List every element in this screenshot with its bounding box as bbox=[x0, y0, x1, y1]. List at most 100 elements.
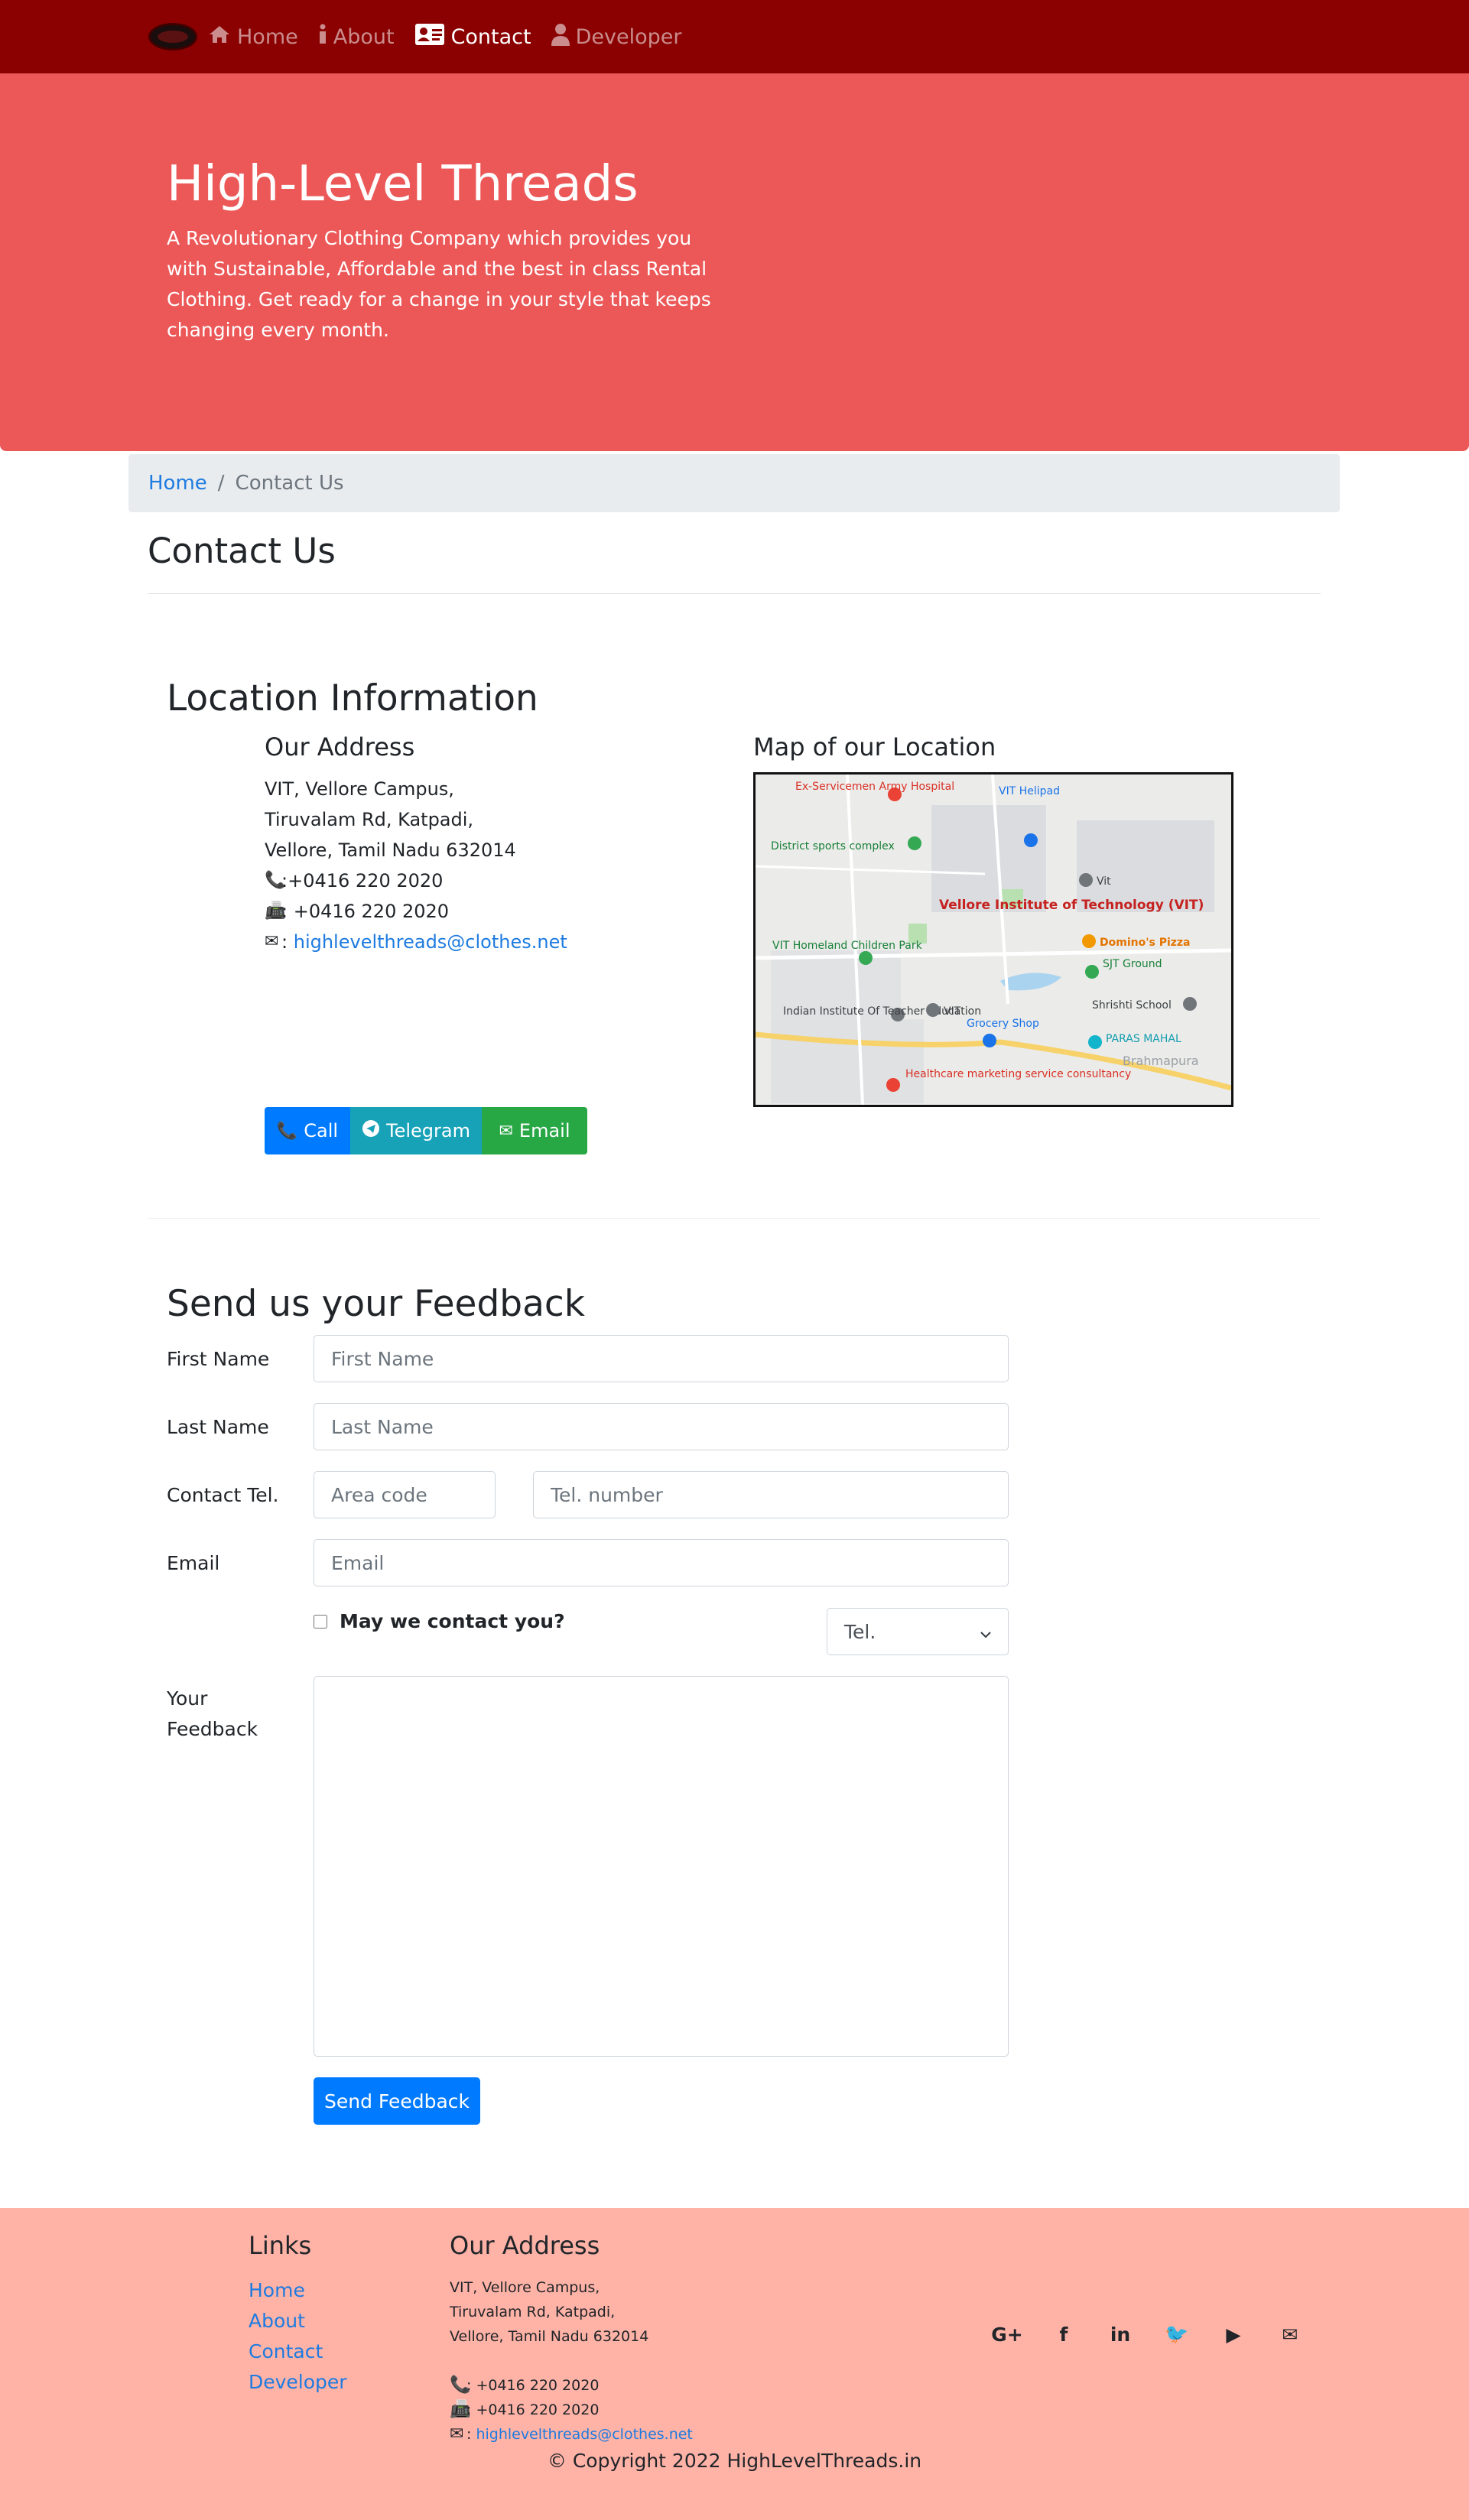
phone-row: 📞: +0416 220 2020 bbox=[450, 2373, 693, 2398]
contact-permission-checkbox[interactable] bbox=[314, 1614, 327, 1629]
call-button[interactable]: 📞 Call bbox=[265, 1107, 350, 1154]
brand-logo[interactable] bbox=[148, 23, 197, 50]
map-label: Brahmapura bbox=[1123, 1054, 1199, 1068]
contact-method-select[interactable]: Tel. bbox=[827, 1608, 1009, 1655]
fax-icon: 📠 bbox=[265, 901, 286, 921]
email-label: Email bbox=[167, 1552, 220, 1574]
footer-email-link[interactable]: highlevelthreads@clothes.net bbox=[476, 2422, 692, 2447]
map-label: VIT Helipad bbox=[999, 785, 1060, 797]
footer-links: Home About Contact Developer bbox=[249, 2275, 347, 2398]
footer-address: VIT, Vellore Campus, Tiruvalam Rd, Katpa… bbox=[450, 2275, 693, 2447]
footer-link-contact[interactable]: Contact bbox=[249, 2337, 347, 2367]
email-input[interactable] bbox=[314, 1539, 1009, 1586]
map-label: Ex-Servicemen Army Hospital bbox=[795, 781, 954, 793]
breadcrumb-separator: / bbox=[217, 472, 225, 495]
chevron-down-icon bbox=[980, 1621, 991, 1643]
call-label: Call bbox=[304, 1120, 339, 1141]
email-link[interactable]: highlevelthreads@clothes.net bbox=[294, 927, 567, 957]
phone-text: :+0416 220 2020 bbox=[281, 870, 444, 891]
telegram-button[interactable]: Telegram bbox=[350, 1107, 482, 1154]
first-name-label: First Name bbox=[167, 1348, 270, 1370]
first-name-input[interactable] bbox=[314, 1335, 1009, 1382]
phone-row: 📞:+0416 220 2020 bbox=[265, 865, 567, 896]
nav-item-about[interactable]: About bbox=[318, 0, 395, 73]
footer-link-home[interactable]: Home bbox=[249, 2275, 347, 2306]
page-title: Contact Us bbox=[148, 531, 336, 571]
contact-button-group: 📞 Call Telegram ✉ Email bbox=[265, 1107, 587, 1154]
envelope-icon[interactable]: ✉ bbox=[1262, 2324, 1318, 2346]
feedback-section-title: Send us your Feedback bbox=[167, 1283, 585, 1325]
email-button[interactable]: ✉ Email bbox=[482, 1107, 587, 1154]
last-name-input[interactable] bbox=[314, 1403, 1009, 1450]
youtube-icon[interactable]: ▶ bbox=[1205, 2324, 1262, 2346]
fax-row: 📠: +0416 220 2020 bbox=[450, 2398, 693, 2422]
email-row: ✉: highlevelthreads@clothes.net bbox=[265, 927, 567, 957]
map-label: Healthcare marketing service consultancy bbox=[905, 1068, 1131, 1080]
phone-text: : +0416 220 2020 bbox=[466, 2377, 600, 2394]
info-icon bbox=[318, 24, 327, 50]
home-icon bbox=[208, 24, 231, 50]
email-row: ✉: highlevelthreads@clothes.net bbox=[450, 2422, 693, 2447]
area-code-input[interactable] bbox=[314, 1471, 496, 1518]
google-plus-icon[interactable]: G+ bbox=[979, 2324, 1035, 2346]
feedback-textarea[interactable] bbox=[314, 1676, 1009, 2057]
address-title: Our Address bbox=[265, 732, 415, 762]
contact-permission-label: May we contact you? bbox=[340, 1610, 565, 1632]
nav-item-home[interactable]: Home bbox=[208, 0, 298, 73]
telegram-icon bbox=[362, 1119, 380, 1142]
user-icon bbox=[551, 23, 570, 51]
fax-row: 📠: +0416 220 2020 bbox=[265, 896, 567, 927]
address-block: VIT, Vellore Campus, Tiruvalam Rd, Katpa… bbox=[265, 774, 567, 957]
footer-link-developer[interactable]: Developer bbox=[249, 2367, 347, 2398]
divider bbox=[148, 1218, 1321, 1219]
breadcrumb-current: Contact Us bbox=[235, 472, 344, 495]
fax-icon: 📠 bbox=[450, 2400, 471, 2419]
phone-icon: 📞 bbox=[276, 1121, 298, 1141]
address-line: Tiruvalam Rd, Katpadi, bbox=[265, 809, 474, 830]
breadcrumb: Home / Contact Us bbox=[128, 454, 1340, 512]
linkedin-icon[interactable]: in bbox=[1092, 2324, 1149, 2346]
map-label: PARAS MAHAL bbox=[1106, 1033, 1181, 1045]
fax-text: : +0416 220 2020 bbox=[466, 2401, 600, 2418]
map-label: VIT bbox=[944, 1005, 961, 1018]
hero-title: High-Level Threads bbox=[167, 156, 639, 213]
nav-item-contact[interactable]: Contact bbox=[414, 0, 531, 73]
map-title: Map of our Location bbox=[753, 732, 996, 762]
email-prefix: : bbox=[281, 931, 288, 953]
map-label: Shrishti School bbox=[1092, 999, 1172, 1012]
footer-links-title: Links bbox=[249, 2231, 312, 2260]
contact-method-value: Tel. bbox=[844, 1620, 876, 1643]
map-label: District sports complex bbox=[771, 840, 895, 852]
feedback-label: Your Feedback bbox=[167, 1687, 258, 1740]
last-name-label: Last Name bbox=[167, 1416, 269, 1438]
envelope-icon: ✉ bbox=[265, 932, 279, 951]
map-label: Vellore Institute of Technology (VIT) bbox=[939, 898, 1204, 913]
footer-link-about[interactable]: About bbox=[249, 2306, 347, 2337]
twitter-icon[interactable]: 🐦 bbox=[1149, 2323, 1205, 2346]
address-line: VIT, Vellore Campus, bbox=[265, 778, 454, 800]
facebook-icon[interactable]: f bbox=[1035, 2324, 1092, 2346]
navbar: Home About Contact Developer bbox=[0, 0, 1469, 73]
nav-item-developer[interactable]: Developer bbox=[551, 0, 682, 73]
location-map[interactable]: Ex-Servicemen Army Hospital VIT Helipad … bbox=[753, 772, 1233, 1107]
email-label: Email bbox=[518, 1120, 570, 1141]
hero-text: A Revolutionary Clothing Company which p… bbox=[167, 227, 711, 341]
map-label: Domino's Pizza bbox=[1100, 937, 1191, 949]
location-section-title: Location Information bbox=[167, 677, 538, 719]
phone-icon: 📞 bbox=[450, 2375, 471, 2395]
map-label: VIT Homeland Children Park bbox=[772, 940, 923, 952]
map-label: Grocery Shop bbox=[967, 1018, 1039, 1030]
map-label: Vit bbox=[1097, 875, 1111, 888]
address-line: Tiruvalam Rd, Katpadi, bbox=[450, 2304, 616, 2320]
fax-text: : +0416 220 2020 bbox=[281, 901, 450, 922]
address-card-icon bbox=[414, 23, 445, 51]
envelope-icon: ✉ bbox=[499, 1121, 513, 1141]
nav-item-label: Developer bbox=[575, 24, 682, 49]
divider bbox=[148, 593, 1321, 594]
email-prefix: : bbox=[466, 2426, 472, 2443]
tel-number-input[interactable] bbox=[533, 1471, 1009, 1518]
social-links: G+ f in 🐦 ▶ ✉ bbox=[979, 2323, 1318, 2346]
nav-item-label: About bbox=[333, 24, 395, 49]
breadcrumb-home-link[interactable]: Home bbox=[148, 472, 207, 495]
send-feedback-button[interactable]: Send Feedback bbox=[314, 2077, 480, 2125]
